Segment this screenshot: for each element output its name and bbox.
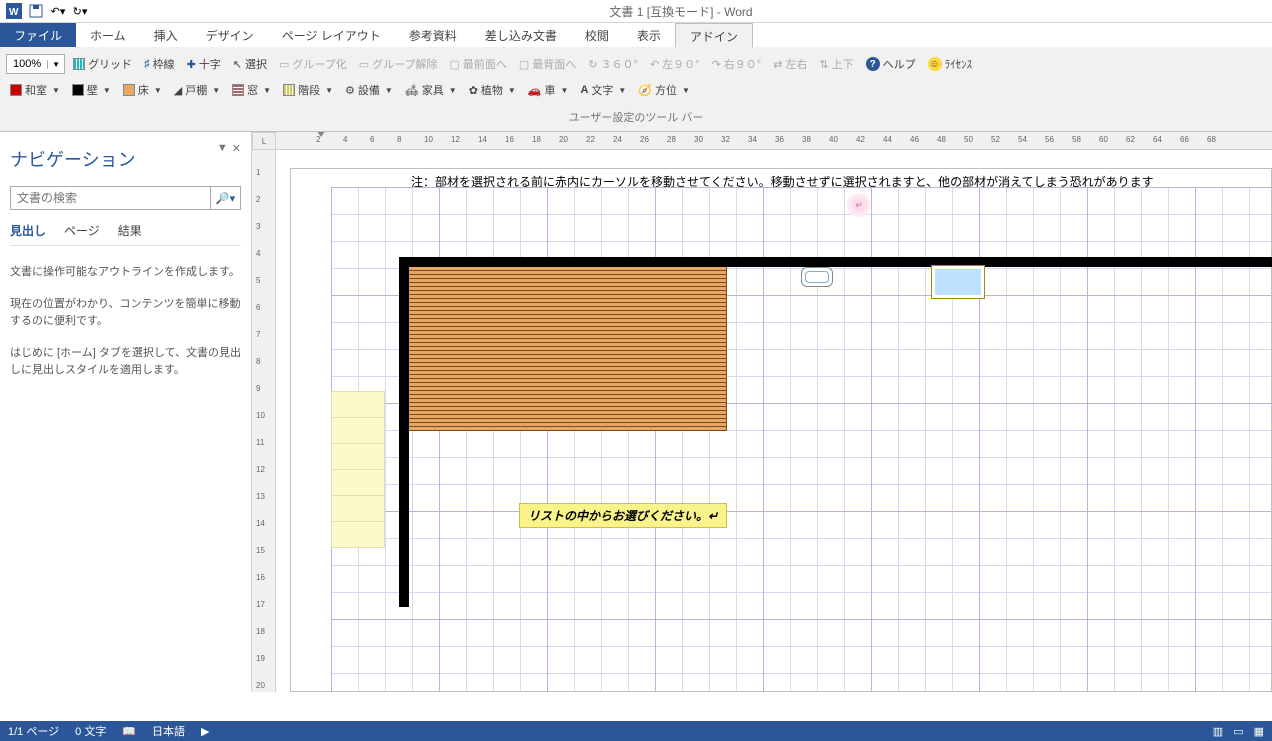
compass-button[interactable]: 🧭方位▼ bbox=[634, 80, 694, 100]
car-button[interactable]: 🚗車▼ bbox=[524, 80, 573, 100]
plant-button[interactable]: ✿植物▼ bbox=[465, 80, 520, 100]
stairs-button[interactable]: 階段▼ bbox=[279, 80, 337, 100]
tv-object[interactable] bbox=[931, 265, 985, 299]
tab-mail[interactable]: 差し込み文書 bbox=[471, 23, 571, 47]
smiley-icon: ☺ bbox=[928, 57, 942, 71]
washitsu-button[interactable]: 和室▼ bbox=[6, 80, 64, 100]
tab-file[interactable]: ファイル bbox=[0, 23, 76, 47]
wall-horizontal[interactable] bbox=[399, 257, 1272, 267]
view-read-icon[interactable]: ▭ bbox=[1233, 725, 1243, 738]
tab-design[interactable]: デザイン bbox=[192, 23, 268, 47]
status-page[interactable]: 1/1 ページ bbox=[8, 723, 59, 739]
rotate-right-button[interactable]: ↷右９０° bbox=[708, 54, 766, 74]
tab-review[interactable]: 校閲 bbox=[571, 23, 623, 47]
flip-ud-button[interactable]: ⇅上下 bbox=[815, 54, 857, 74]
tab-view[interactable]: 表示 bbox=[623, 23, 675, 47]
rotate-left-button[interactable]: ↶左９０° bbox=[646, 54, 704, 74]
instruction-callout: リストの中からお選びください。↵ bbox=[519, 503, 727, 528]
group-button[interactable]: ▭グループ化 bbox=[275, 54, 351, 74]
help-button[interactable]: ?ヘルプ bbox=[862, 54, 920, 74]
word-icon: W bbox=[4, 1, 24, 21]
license-button[interactable]: ☺ﾗｲｾﾝｽ bbox=[924, 54, 977, 74]
zoom-combo[interactable]: 100%▼ bbox=[6, 54, 65, 74]
search-input[interactable] bbox=[11, 187, 210, 209]
status-words[interactable]: 0 文字 bbox=[75, 723, 106, 739]
floor-button[interactable]: 床▼ bbox=[119, 80, 166, 100]
nav-title: ナビゲーション bbox=[10, 146, 241, 172]
nav-tab-results[interactable]: 結果 bbox=[118, 222, 142, 239]
cross-button[interactable]: ✚十字 bbox=[183, 54, 225, 74]
cursor-marker-icon: ↵ bbox=[847, 193, 871, 217]
ruler-horizontal[interactable]: 2468101214161820222426283032343638404244… bbox=[276, 132, 1272, 150]
select-button[interactable]: ↖選択 bbox=[229, 54, 271, 74]
furn-button[interactable]: 🛋家具▼ bbox=[401, 80, 461, 100]
search-icon[interactable]: 🔎▾ bbox=[210, 187, 240, 209]
sink-object[interactable] bbox=[801, 267, 833, 287]
back-button[interactable]: ▢最背面へ bbox=[515, 54, 580, 74]
equip-button[interactable]: ⚙設備▼ bbox=[341, 80, 397, 100]
nav-tab-pages[interactable]: ページ bbox=[64, 222, 100, 239]
grid-button[interactable]: グリッド bbox=[69, 54, 136, 74]
save-icon[interactable] bbox=[26, 1, 46, 21]
redo-icon[interactable]: ↻▾ bbox=[70, 1, 90, 21]
tab-insert[interactable]: 挿入 bbox=[140, 23, 192, 47]
toolbar-label: ユーザー設定のツール バー bbox=[6, 103, 1266, 127]
ribbon: 100%▼ グリッド ♯枠線 ✚十字 ↖選択 ▭グループ化 ▭グループ解除 ▢最… bbox=[0, 47, 1272, 132]
view-web-icon[interactable]: ▦ bbox=[1254, 725, 1264, 738]
ungroup-button[interactable]: ▭グループ解除 bbox=[355, 54, 442, 74]
dropdown-icon[interactable]: ▼ bbox=[217, 142, 228, 155]
wall-vertical[interactable] bbox=[399, 257, 409, 607]
status-proof-icon[interactable]: 📖 bbox=[122, 725, 136, 738]
nav-help-text: 文書に操作可能なアウトラインを作成します。現在の位置がわかり、コンテンツを簡単に… bbox=[10, 264, 241, 380]
title-bar: W ↶▾ ↻▾ 文書 1 [互換モード] - Word bbox=[0, 0, 1272, 23]
tab-addin[interactable]: アドイン bbox=[675, 23, 753, 48]
tab-layout[interactable]: ページ レイアウト bbox=[268, 23, 395, 47]
window-button[interactable]: 窓▼ bbox=[228, 80, 275, 100]
ruler-corner[interactable]: L bbox=[252, 132, 276, 150]
ruler-vertical[interactable]: 1234567891011121314151617181920 bbox=[252, 150, 276, 692]
note-cells bbox=[331, 391, 385, 547]
tab-ref[interactable]: 参考資料 bbox=[395, 23, 471, 47]
wall-button[interactable]: 壁▼ bbox=[68, 80, 115, 100]
door-button[interactable]: ◢戸棚▼ bbox=[170, 80, 224, 100]
undo-icon[interactable]: ↶▾ bbox=[48, 1, 68, 21]
search-box[interactable]: 🔎▾ bbox=[10, 186, 241, 210]
flip-lr-button[interactable]: ⇄左右 bbox=[769, 54, 811, 74]
status-lang[interactable]: 日本語 bbox=[152, 723, 185, 739]
ribbon-tabs: ファイル ホーム 挿入 デザイン ページ レイアウト 参考資料 差し込み文書 校… bbox=[0, 23, 1272, 47]
page[interactable]: 注：部材を選択される前に赤内にカーソルを移動させてください。移動させずに選択され… bbox=[290, 168, 1272, 692]
help-icon: ? bbox=[866, 57, 880, 71]
view-print-icon[interactable]: ▥ bbox=[1213, 725, 1223, 738]
nav-tab-headings[interactable]: 見出し bbox=[10, 222, 46, 239]
front-button[interactable]: ▢最前面へ bbox=[446, 54, 511, 74]
svg-text:W: W bbox=[9, 7, 19, 18]
rotate-360-button[interactable]: ↻３６０° bbox=[584, 54, 642, 74]
window-title: 文書 1 [互換モード] - Word bbox=[90, 3, 1272, 20]
status-macro-icon[interactable]: ▶ bbox=[201, 725, 209, 738]
flooring-area[interactable] bbox=[409, 267, 727, 431]
navigation-pane: ▼ ✕ ナビゲーション 🔎▾ 見出し ページ 結果 文書に操作可能なアウトラインを… bbox=[0, 132, 252, 692]
document-area: L 24681012141618202224262830323436384042… bbox=[252, 132, 1272, 692]
tab-home[interactable]: ホーム bbox=[76, 23, 140, 47]
status-bar: 1/1 ページ 0 文字 📖 日本語 ▶ ▥ ▭ ▦ bbox=[0, 721, 1272, 741]
close-icon[interactable]: ✕ bbox=[232, 142, 241, 155]
text-button[interactable]: A文字▼ bbox=[576, 80, 630, 100]
frame-button[interactable]: ♯枠線 bbox=[140, 54, 179, 74]
